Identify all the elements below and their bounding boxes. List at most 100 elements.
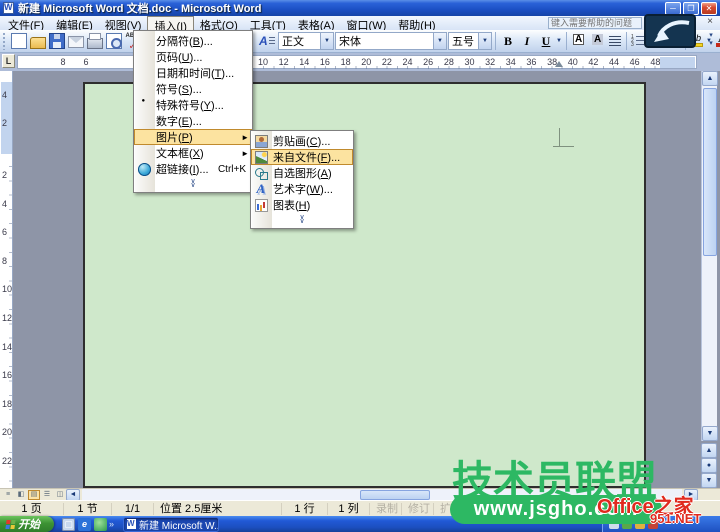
scroll-up-icon[interactable]: ▲	[702, 71, 718, 86]
help-question-input[interactable]	[548, 17, 642, 29]
vertical-scrollbar[interactable]: ▲ ▼	[701, 71, 718, 441]
italic-button[interactable]: I	[518, 32, 536, 51]
font-combo[interactable]: 宋体 ▼	[335, 32, 447, 50]
bold-button[interactable]: B	[499, 32, 517, 51]
picture-submenu-item-chart[interactable]: 图表(H)	[251, 197, 353, 213]
char-shading-button[interactable]	[588, 32, 606, 51]
restore-button[interactable]: ❐	[683, 1, 699, 15]
clipart-icon	[251, 134, 271, 148]
print-layout-view-button[interactable]: ▤	[28, 490, 40, 500]
insert-menu-item-symbol-label: 符号(S)...	[156, 84, 202, 96]
menu-expand-chevron-icon[interactable]: ∨ ∨	[134, 177, 252, 190]
save-icon	[48, 33, 65, 49]
toolbar-options-icon[interactable]: ▾ ▾	[704, 32, 718, 51]
insert-menu-item-picture[interactable]: 图片(P) ►	[134, 129, 252, 145]
quick-launch-more-icon[interactable]: »	[109, 519, 114, 529]
tab-selector[interactable]: L	[2, 54, 15, 68]
ruler-number: 42	[588, 57, 599, 67]
vertical-ruler[interactable]: 4 2 2 4 6 8 10 12 14 16 18 20 22	[0, 71, 13, 488]
menubar-item-edit[interactable]: 编辑(E)	[50, 16, 99, 32]
chevron-down-icon[interactable]: ▼	[556, 38, 563, 44]
insert-menu-item-page-numbers[interactable]: 页码(U)...	[134, 49, 252, 65]
char-border-button[interactable]	[570, 32, 588, 51]
bullet-icon	[138, 98, 151, 112]
menubar-item-view[interactable]: 视图(V)	[99, 16, 148, 32]
horizontal-ruler[interactable]: 8 6 10 12 14 16 18 20 22 24 26 28 30 32 34 36 38 40 42 44 46…	[17, 55, 697, 69]
reading-layout-view-button[interactable]: ◫	[54, 490, 66, 500]
picture-submenu-item-wordart[interactable]: 艺术字(W)...	[251, 181, 353, 197]
insert-menu-item-symbol[interactable]: 符号(S)...	[134, 81, 252, 97]
browse-object-buttons: ▲ ● ▼	[701, 443, 717, 488]
insert-menu-item-hyperlink[interactable]: 超链接(I)... Ctrl+K	[134, 161, 252, 177]
picture-submenu-item-from-file[interactable]: 来自文件(F)...	[251, 149, 353, 165]
status-line: 1 行	[282, 502, 328, 515]
font-size-combo[interactable]: 五号 ▼	[448, 32, 492, 50]
picture-submenu-item-autoshapes-label: 自选图形(A)	[273, 168, 332, 180]
menu-expand-chevron-icon[interactable]: ∨ ∨	[251, 213, 353, 226]
previous-page-button[interactable]: ▲	[701, 443, 717, 458]
insert-menu-item-break[interactable]: 分隔符(B)...	[134, 33, 252, 49]
document-close-icon[interactable]: ×	[704, 16, 716, 27]
insert-menu-item-number[interactable]: 数字(E)...	[134, 113, 252, 129]
ruler-number: 44	[609, 57, 620, 67]
menubar-item-help[interactable]: 帮助(H)	[392, 16, 441, 32]
menubar-item-format[interactable]: 格式(O)	[194, 16, 244, 32]
chevron-down-icon[interactable]: ▼	[433, 33, 446, 49]
document-area: 4 2 2 4 6 8 10 12 14 16 18 20 22	[0, 71, 720, 488]
styles-and-formatting-button[interactable]	[257, 32, 277, 51]
messenger-icon[interactable]	[94, 517, 107, 531]
picture-submenu-item-autoshapes[interactable]: 自选图形(A)	[251, 165, 353, 181]
ruler-number: 4	[2, 90, 8, 100]
save-button[interactable]	[47, 32, 66, 51]
menubar-item-tools[interactable]: 工具(T)	[244, 16, 292, 32]
minimize-button[interactable]: ─	[665, 1, 681, 15]
ruler-number: 6	[2, 227, 8, 238]
scroll-down-icon[interactable]: ▼	[702, 426, 718, 441]
word-document-icon	[127, 519, 137, 529]
start-button[interactable]: 开始	[0, 516, 54, 532]
menubar-item-file[interactable]: 文件(F)	[2, 16, 50, 32]
open-button[interactable]	[28, 32, 47, 51]
status-page: 1 页	[0, 502, 64, 515]
scrollbar-thumb[interactable]	[703, 88, 717, 256]
normal-view-button[interactable]: ≡	[2, 490, 14, 500]
select-browse-object-button[interactable]: ●	[701, 458, 717, 473]
ruler-number: 22	[2, 456, 13, 466]
insert-menu-item-text-box[interactable]: 文本框(X) ►	[134, 145, 252, 161]
print-button[interactable]	[85, 32, 104, 51]
show-desktop-icon[interactable]: ▢	[62, 517, 75, 531]
menubar-item-insert[interactable]: 插入(I)	[147, 16, 194, 33]
start-label: 开始	[18, 519, 40, 531]
close-button[interactable]: ✕	[701, 1, 717, 15]
email-button[interactable]	[66, 32, 85, 51]
insert-menu-item-special-symbol[interactable]: 特殊符号(Y)...	[134, 97, 252, 113]
web-layout-view-button[interactable]: ◧	[15, 490, 27, 500]
watermark-site: 951.NET	[650, 511, 702, 526]
new-document-button[interactable]	[9, 32, 28, 51]
toolbar-grip[interactable]	[2, 32, 7, 50]
chevron-down-icon[interactable]: ▼	[320, 33, 333, 49]
style-combo[interactable]: 正文 ▼	[278, 32, 334, 50]
outline-view-button[interactable]: ☰	[41, 490, 53, 500]
chevron-down-icon[interactable]: ▼	[478, 33, 491, 49]
next-page-button[interactable]: ▼	[701, 473, 717, 488]
task-button-word[interactable]: 新建 Microsoft W...	[124, 517, 219, 531]
menubar-item-window[interactable]: 窗口(W)	[341, 16, 393, 32]
insert-menu-item-date-time[interactable]: 日期和时间(T)...	[134, 65, 252, 81]
print-preview-button[interactable]	[104, 32, 123, 51]
autoshapes-icon	[251, 167, 271, 180]
internet-explorer-icon[interactable]: e	[78, 517, 91, 531]
windows-logo-icon	[5, 519, 16, 529]
picture-submenu-item-clip-art[interactable]: 剪贴画(C)...	[251, 133, 353, 149]
word-window: 新建 Microsoft Word 文档.doc - Microsoft Wor…	[0, 0, 720, 532]
ruler-number: 10	[257, 57, 269, 67]
status-mode-修订: 修订	[402, 502, 434, 515]
insert-menu-item-number-label: 数字(E)...	[156, 116, 202, 128]
distributed-button[interactable]	[606, 32, 624, 51]
scrollbar-thumb[interactable]	[360, 490, 430, 500]
menubar-item-table[interactable]: 表格(A)	[292, 16, 341, 32]
char-border-icon	[571, 33, 587, 49]
underline-button[interactable]: U	[537, 32, 555, 51]
ruler-number: 26	[423, 57, 434, 67]
picture-submenu-item-chart-label: 图表(H)	[273, 200, 311, 212]
